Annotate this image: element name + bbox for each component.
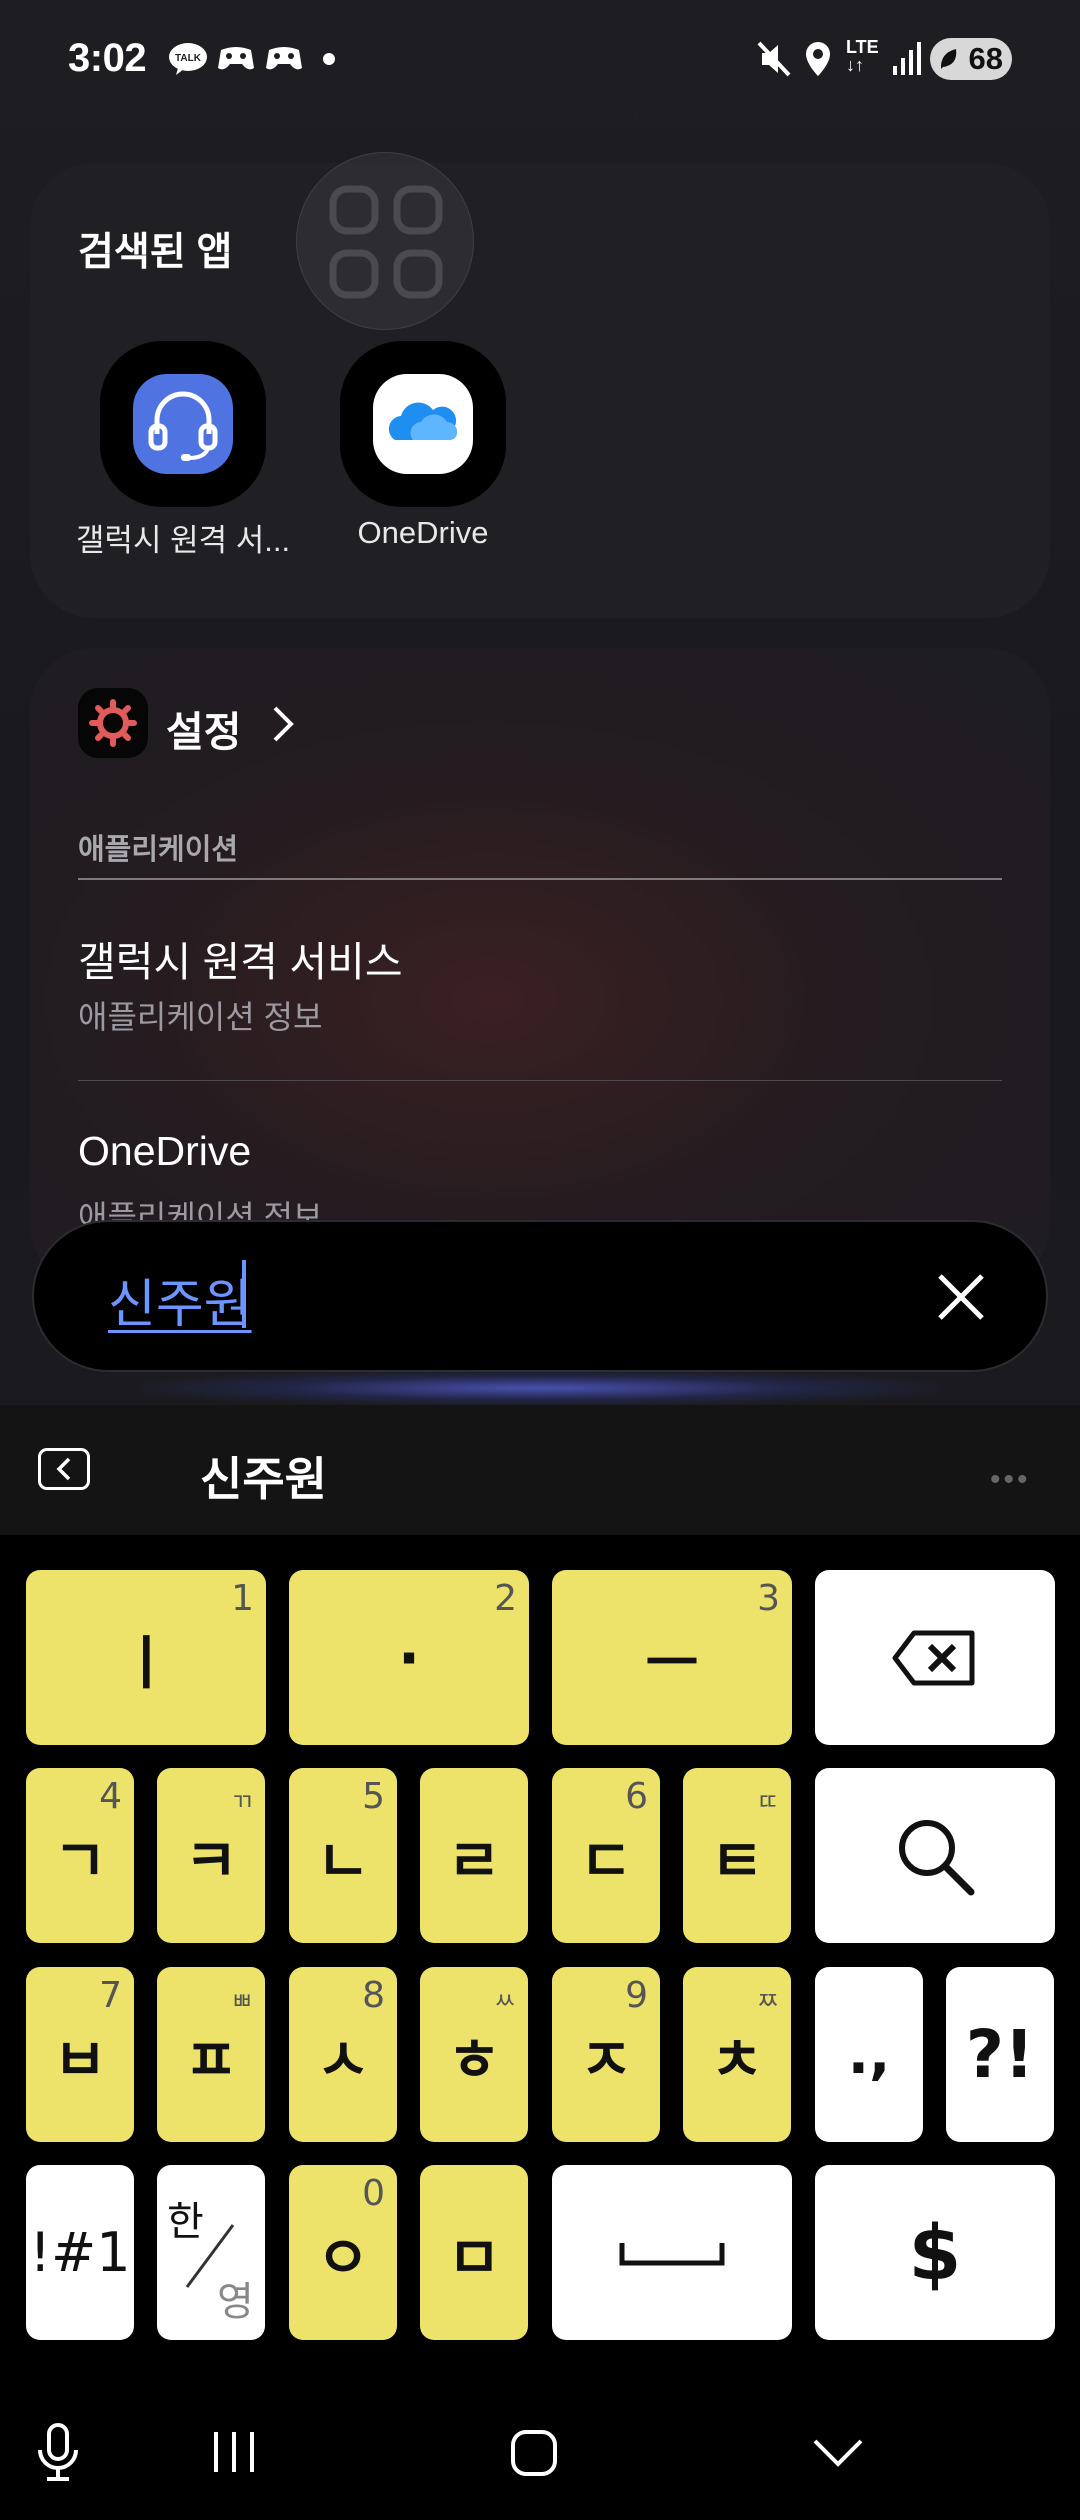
status-bar: 3:02 TALK LTE ↓↑ 68 xyxy=(0,0,1080,122)
key-ieung[interactable]: ㅇ 0 xyxy=(289,2165,397,2340)
power-saving-leaf-icon xyxy=(940,49,957,69)
search-screen: 3:02 TALK LTE ↓↑ 68 검색된 앱 갤럭시 원격 서... On… xyxy=(0,0,1080,1406)
battery-indicator: 68 xyxy=(930,38,1012,80)
symbols-key[interactable]: !#1 xyxy=(26,2165,134,2340)
currency-key[interactable]: $ xyxy=(815,2165,1055,2340)
settings-app-icon xyxy=(78,688,148,758)
searched-apps-card: 검색된 앱 갤럭시 원격 서... OneDrive xyxy=(30,163,1050,618)
app-galaxy-remote-service[interactable] xyxy=(100,341,266,507)
microphone-icon[interactable] xyxy=(36,2422,80,2482)
key-question-exclaim[interactable]: ?! xyxy=(946,1967,1054,2142)
key-hieut[interactable]: ㅎ ㅆ xyxy=(420,1967,528,2142)
svg-text:TALK: TALK xyxy=(175,53,202,64)
key-mieum[interactable]: ㅁ xyxy=(420,2165,528,2340)
key-tieut[interactable]: ㅌ ㄸ xyxy=(683,1768,791,1943)
key-nieun[interactable]: ㄴ 5 xyxy=(289,1768,397,1943)
location-icon xyxy=(806,42,830,76)
gear-icon xyxy=(89,699,137,747)
app-onedrive[interactable] xyxy=(340,341,506,507)
app-icon-tile xyxy=(100,341,266,507)
search-input[interactable]: 신주원 xyxy=(108,1262,252,1337)
key-digeut[interactable]: ㄷ 6 xyxy=(552,1768,660,1943)
more-options-icon[interactable]: ••• xyxy=(990,1463,1031,1497)
game-icon xyxy=(266,47,302,70)
keyboard-toolbar: 신주원 ••• xyxy=(0,1405,1080,1535)
headset-icon xyxy=(133,374,233,474)
search-bar[interactable]: 신주원 xyxy=(32,1220,1048,1372)
key-jieut[interactable]: ㅈ 9 xyxy=(552,1967,660,2142)
key-dot-vowel[interactable]: · 2 xyxy=(289,1570,529,1745)
result-title: 갤럭시 원격 서비스 xyxy=(78,939,403,985)
app-label: 갤럭시 원격 서... xyxy=(75,523,291,558)
home-icon[interactable] xyxy=(510,2429,558,2477)
space-key[interactable] xyxy=(552,2165,792,2340)
close-icon[interactable] xyxy=(930,1266,992,1328)
battery-level: 68 xyxy=(968,41,1003,76)
key-giyeok[interactable]: ㄱ 4 xyxy=(26,1768,134,1943)
app-label: OneDrive xyxy=(357,515,489,550)
chevron-right-icon[interactable] xyxy=(270,704,296,744)
search-glow xyxy=(140,1370,940,1406)
mute-icon xyxy=(757,41,791,77)
key-pieup[interactable]: ㅍ ㅃ xyxy=(157,1967,265,2142)
searched-apps-title: 검색된 앱 xyxy=(78,231,233,274)
key-rieul[interactable]: ㄹ xyxy=(420,1768,528,1943)
language-switch-key[interactable]: 한 영 xyxy=(157,2165,265,2340)
backspace-key[interactable] xyxy=(815,1570,1055,1745)
cloud-icon xyxy=(373,374,473,474)
chevron-left-icon xyxy=(56,1457,71,1481)
category-divider xyxy=(78,878,1002,880)
result-title: OneDrive xyxy=(78,1128,252,1174)
search-icon xyxy=(899,1819,975,1895)
toolbar-back-button[interactable] xyxy=(38,1448,90,1490)
lte-icon: LTE ↓↑ xyxy=(846,37,879,75)
key-chieut[interactable]: ㅊ ㅉ xyxy=(683,1967,791,2142)
app-grid-drag-handle[interactable] xyxy=(296,152,474,330)
navigation-bar xyxy=(0,2385,1080,2520)
key-period-comma[interactable]: ., xyxy=(815,1967,923,2142)
key-bieup[interactable]: ㅂ 7 xyxy=(26,1967,134,2142)
hide-keyboard-icon[interactable] xyxy=(812,2437,864,2469)
key-kieuk[interactable]: ㅋ ㄲ xyxy=(157,1768,265,1943)
game-icon xyxy=(218,47,254,70)
app-icon-tile xyxy=(340,341,506,507)
key-i-vowel[interactable]: ㅣ 1 xyxy=(26,1570,266,1745)
clock: 3:02 xyxy=(68,36,147,80)
settings-results-card: 설정 애플리케이션 갤럭시 원격 서비스 애플리케이션 정보 OneDrive … xyxy=(30,648,1050,1288)
dot-icon xyxy=(323,53,335,65)
result-subtitle: 애플리케이션 정보 xyxy=(78,999,323,1035)
word-suggestion[interactable]: 신주원 xyxy=(200,1443,327,1509)
backspace-icon xyxy=(892,1630,975,1685)
app-grid-icon xyxy=(329,185,443,299)
keyboard: ㅣ 1 · 2 ㅡ 3 ㄱ 4 ㅋ ㄲ ㄴ 5 ㄹ ㄷ 6 ㅌ ㄸ ㅂ 7 ㅍ … xyxy=(0,1535,1080,2385)
settings-section-title[interactable]: 설정 xyxy=(166,698,241,758)
kakaotalk-icon: TALK xyxy=(169,43,207,75)
key-eu-vowel[interactable]: ㅡ 3 xyxy=(552,1570,792,1745)
signal-icon xyxy=(893,42,921,75)
category-label: 애플리케이션 xyxy=(78,834,239,866)
recents-icon[interactable] xyxy=(210,2430,258,2474)
text-cursor xyxy=(242,1260,246,1328)
result-divider xyxy=(78,1080,1002,1081)
search-key[interactable] xyxy=(815,1768,1055,1943)
space-icon xyxy=(619,2242,725,2265)
key-siot[interactable]: ㅅ 8 xyxy=(289,1967,397,2142)
